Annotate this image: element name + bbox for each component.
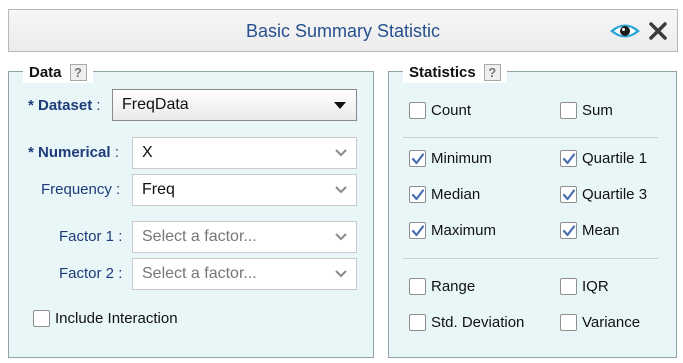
checkbox-box[interactable] (409, 102, 426, 119)
frequency-label-text: Frequency (41, 181, 112, 198)
close-icon[interactable] (649, 21, 667, 41)
dataset-label-text: * Dataset (28, 97, 93, 114)
stat-label: Quartile 1 (582, 150, 648, 167)
factor2-select[interactable]: Select a factor... (132, 258, 357, 290)
numerical-select[interactable]: X (132, 137, 357, 169)
checkmark-icon (562, 153, 576, 165)
factor1-label: Factor 1 : (59, 228, 122, 245)
factor2-label-text: Factor 2 (59, 265, 115, 282)
stat-label: Minimum (431, 150, 492, 167)
chevron-down-icon (335, 149, 347, 157)
checkbox-box[interactable] (560, 102, 577, 119)
checkmark-icon (411, 189, 425, 201)
dialog-title: Basic Summary Statistic (245, 21, 441, 41)
checkbox-box[interactable] (409, 186, 426, 203)
include-interaction-checkbox[interactable]: Include Interaction (33, 310, 178, 327)
checkbox-box[interactable] (560, 278, 577, 295)
statistics-legend-label: Statistics (409, 63, 476, 81)
dataset-label: * Dataset : (28, 97, 101, 114)
data-help-button[interactable]: ? (69, 63, 87, 81)
stat-label: Median (431, 186, 481, 203)
checkbox-box[interactable] (409, 222, 426, 239)
dialog-titlebar: Basic Summary Statistic (8, 9, 678, 52)
include-interaction-label: Include Interaction (55, 310, 178, 327)
dataset-colon: : (96, 97, 101, 114)
stat-label: IQR (582, 278, 609, 295)
stat-label: Count (431, 102, 472, 119)
factor2-colon: : (118, 265, 123, 282)
data-legend-label: Data (29, 63, 62, 81)
stat-checkbox-maximum[interactable]: Maximum (409, 222, 496, 239)
checkbox-box[interactable] (560, 150, 577, 167)
statistics-legend: Statistics ? (403, 61, 507, 83)
factor1-placeholder: Select a factor... (142, 228, 257, 245)
checkbox-box[interactable] (560, 186, 577, 203)
factor2-placeholder: Select a factor... (142, 265, 257, 282)
checkmark-icon (411, 225, 425, 237)
dropdown-triangle-icon (334, 102, 346, 109)
stat-checkbox-count[interactable]: Count (409, 102, 471, 119)
frequency-select[interactable]: Freq (132, 174, 357, 206)
numerical-value: X (142, 144, 153, 161)
factor1-select[interactable]: Select a factor... (132, 221, 357, 253)
statistics-help-button[interactable]: ? (483, 63, 501, 81)
numerical-label: * Numerical : (28, 144, 119, 161)
checkbox-box[interactable] (409, 278, 426, 295)
stat-checkbox-sum[interactable]: Sum (560, 102, 613, 119)
factor1-label-text: Factor 1 (59, 228, 115, 245)
chevron-down-icon (335, 233, 347, 241)
stat-checkbox-variance[interactable]: Variance (560, 314, 640, 331)
stat-label: Std. Deviation (431, 314, 525, 331)
data-legend: Data ? (23, 61, 93, 83)
dataset-value: FreqData (122, 96, 189, 113)
statistics-panel: Statistics ? Count Sum Minimum Quartile … (388, 61, 677, 358)
frequency-colon: : (116, 181, 121, 198)
divider (403, 137, 658, 138)
numerical-label-text: * Numerical (28, 144, 111, 161)
stat-checkbox-quartile-1[interactable]: Quartile 1 (560, 150, 647, 167)
stat-checkbox-std-deviation[interactable]: Std. Deviation (409, 314, 524, 331)
chevron-down-icon (335, 186, 347, 194)
checkmark-icon (562, 225, 576, 237)
eye-icon[interactable] (608, 21, 642, 41)
checkbox-box[interactable] (409, 150, 426, 167)
stat-checkbox-range[interactable]: Range (409, 278, 475, 295)
stat-checkbox-minimum[interactable]: Minimum (409, 150, 492, 167)
checkmark-icon (411, 153, 425, 165)
checkbox-box[interactable] (560, 222, 577, 239)
frequency-label: Frequency : (41, 181, 120, 198)
stat-label: Quartile 3 (582, 186, 648, 203)
stat-checkbox-median[interactable]: Median (409, 186, 480, 203)
divider (403, 258, 658, 259)
data-panel: Data ? * Dataset : FreqData * Numerical … (8, 61, 374, 358)
stat-label: Maximum (431, 222, 497, 239)
stat-checkbox-mean[interactable]: Mean (560, 222, 620, 239)
stat-checkbox-quartile-3[interactable]: Quartile 3 (560, 186, 647, 203)
checkbox-box[interactable] (409, 314, 426, 331)
stat-label: Mean (582, 222, 620, 239)
dataset-select[interactable]: FreqData (112, 89, 357, 121)
stat-label: Variance (582, 314, 641, 331)
stat-label: Range (431, 278, 476, 295)
factor2-label: Factor 2 : (59, 265, 122, 282)
stat-checkbox-iqr[interactable]: IQR (560, 278, 609, 295)
checkbox-box[interactable] (560, 314, 577, 331)
factor1-colon: : (118, 228, 123, 245)
stat-label: Sum (582, 102, 613, 119)
checkmark-icon (562, 189, 576, 201)
numerical-colon: : (114, 144, 119, 161)
checkbox-box[interactable] (33, 310, 50, 327)
frequency-value: Freq (142, 181, 175, 198)
chevron-down-icon (335, 270, 347, 278)
